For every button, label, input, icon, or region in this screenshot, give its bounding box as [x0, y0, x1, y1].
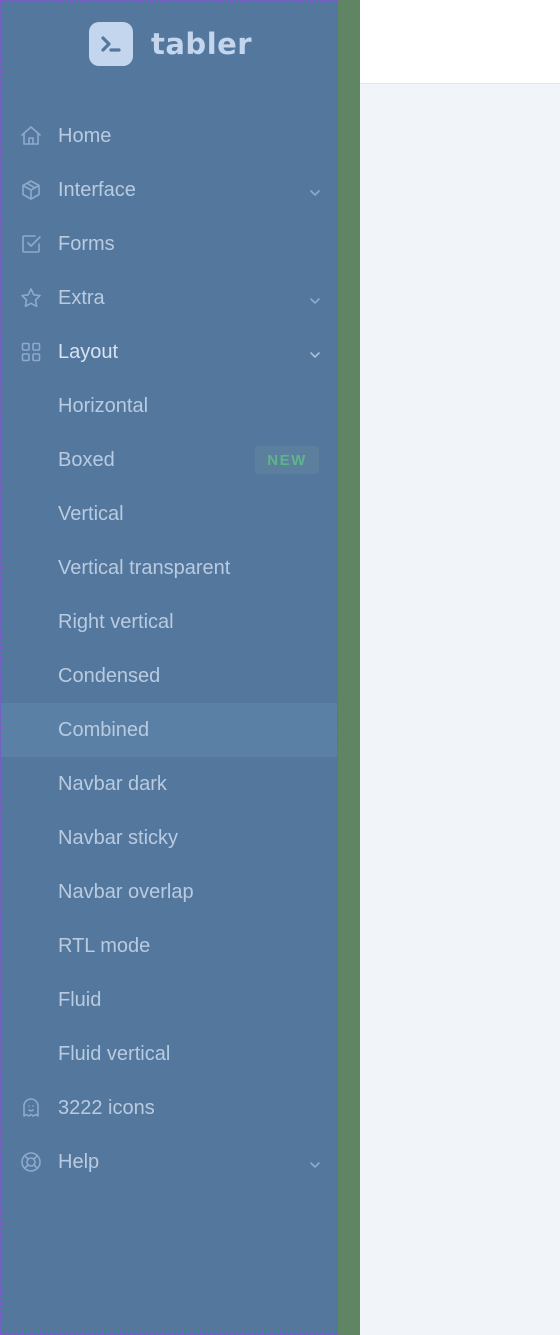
page-content — [360, 84, 560, 1335]
submenu-item-rtl-mode[interactable]: RTL mode — [1, 919, 337, 973]
submenu-item-navbar-dark[interactable]: Navbar dark — [1, 757, 337, 811]
terminal-prompt-icon — [89, 22, 133, 66]
star-icon — [19, 286, 43, 310]
submenu-item-label: Combined — [58, 718, 150, 741]
chevron-down-icon — [308, 345, 322, 359]
submenu-item-label: Vertical transparent — [58, 556, 231, 579]
submenu-item-label: Vertical — [58, 502, 124, 525]
submenu-item-condensed[interactable]: Condensed — [1, 649, 337, 703]
sidebar-item-label: Layout — [58, 340, 119, 363]
submenu-item-navbar-overlap[interactable]: Navbar overlap — [1, 865, 337, 919]
brand-name: tabler — [151, 27, 253, 61]
sidebar-item-home[interactable]: Home — [1, 109, 337, 163]
submenu-item-fluid[interactable]: Fluid — [1, 973, 337, 1027]
submenu-item-fluid-vertical[interactable]: Fluid vertical — [1, 1027, 337, 1081]
submenu-item-horizontal[interactable]: Horizontal — [1, 379, 337, 433]
sidebar-item-help[interactable]: Help — [1, 1135, 337, 1189]
new-badge: NEW — [255, 446, 319, 474]
layout-grid-icon — [19, 340, 43, 364]
top-navbar — [360, 0, 560, 84]
sidebar-item-label: Extra — [58, 286, 105, 309]
sidebar-item-label: Forms — [58, 232, 115, 255]
home-icon — [19, 124, 43, 148]
sidebar-item-layout[interactable]: Layout — [1, 325, 337, 379]
submenu-item-label: Condensed — [58, 664, 161, 687]
submenu-item-vertical[interactable]: Vertical — [1, 487, 337, 541]
package-icon — [19, 178, 43, 202]
submenu-item-label: Navbar dark — [58, 772, 167, 795]
submenu-item-label: Boxed — [58, 448, 115, 471]
sidebar-item-label: Home — [58, 124, 112, 147]
submenu-item-label: RTL mode — [58, 934, 151, 957]
sidebar-item-icons[interactable]: 3222 icons — [1, 1081, 337, 1135]
submenu-item-vertical-transparent[interactable]: Vertical transparent — [1, 541, 337, 595]
submenu-item-label: Fluid vertical — [58, 1042, 171, 1065]
submenu-item-combined[interactable]: Combined — [1, 703, 337, 757]
sidebar-item-label: Help — [58, 1150, 100, 1173]
submenu-item-label: Fluid — [58, 988, 102, 1011]
sidebar-nav: Home Interface Forms Extra Layout Horizo… — [1, 109, 337, 1189]
submenu-item-boxed[interactable]: Boxed NEW — [1, 433, 337, 487]
sidebar-item-interface[interactable]: Interface — [1, 163, 337, 217]
sidebar-item-label: Interface — [58, 178, 136, 201]
submenu-item-label: Horizontal — [58, 394, 149, 417]
submenu-item-navbar-sticky[interactable]: Navbar sticky — [1, 811, 337, 865]
submenu-item-label: Right vertical — [58, 610, 174, 633]
sidebar-edge-strip — [338, 0, 360, 1335]
chevron-down-icon — [308, 1155, 322, 1169]
ghost-icon — [19, 1096, 43, 1120]
sidebar-item-extra[interactable]: Extra — [1, 271, 337, 325]
submenu-item-label: Navbar overlap — [58, 880, 194, 903]
lifebuoy-icon — [19, 1150, 43, 1174]
submenu-item-right-vertical[interactable]: Right vertical — [1, 595, 337, 649]
chevron-down-icon — [308, 291, 322, 305]
brand[interactable]: tabler — [89, 21, 252, 67]
chevron-down-icon — [308, 183, 322, 197]
sidebar-item-forms[interactable]: Forms — [1, 217, 337, 271]
sidebar-item-label: 3222 icons — [58, 1096, 155, 1119]
checkbox-icon — [19, 232, 43, 256]
submenu-item-label: Navbar sticky — [58, 826, 179, 849]
sidebar: tabler Home Interface Forms Extra Layout… — [0, 0, 338, 1335]
